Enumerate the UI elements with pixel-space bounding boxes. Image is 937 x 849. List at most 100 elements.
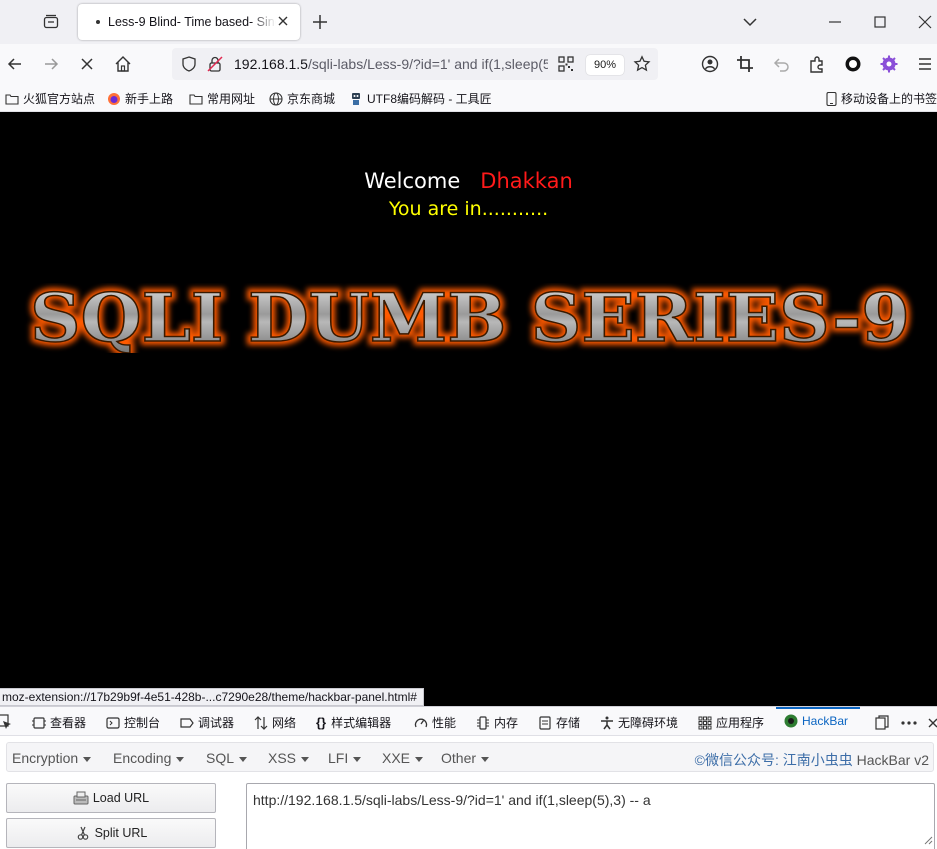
welcome-line: Welcome Dhakkan — [0, 169, 937, 193]
network-arrows-icon — [254, 715, 268, 730]
new-tab-icon[interactable] — [310, 12, 330, 32]
gear-extension-icon[interactable] — [879, 54, 899, 74]
bookmark-firefox-official[interactable]: 火狐官方站点 — [5, 90, 95, 107]
extensions-icon[interactable] — [807, 54, 827, 74]
url-text[interactable]: 192.168.1.5/sqli-labs/Less-9/?id=1' and … — [234, 56, 548, 72]
qr-code-icon[interactable] — [558, 56, 574, 72]
brand-cn: ©微信公众号: 江南小虫虫 — [694, 752, 853, 768]
bookmark-star-icon[interactable] — [633, 55, 651, 73]
tab-label: 性能 — [432, 716, 457, 730]
resize-grip-icon[interactable] — [923, 835, 933, 845]
menu-lfi[interactable]: LFI — [328, 750, 362, 766]
window-close-icon[interactable] — [915, 12, 935, 32]
forward-icon[interactable] — [41, 54, 61, 74]
folder-icon — [5, 93, 19, 105]
bookmark-common-sites[interactable]: 常用网址 — [189, 90, 255, 107]
back-icon[interactable] — [5, 54, 25, 74]
site-icon — [352, 92, 360, 105]
tab-label: 存储 — [556, 716, 581, 730]
tab-application[interactable]: 应用程序 — [698, 714, 764, 731]
tab-debugger[interactable]: 调试器 — [180, 714, 234, 731]
maximize-icon[interactable] — [870, 12, 890, 32]
loading-dot-icon — [96, 20, 100, 24]
braces-icon: {} — [316, 715, 327, 730]
status-url-overlay: moz-extension://17b29b9f-4e51-428b-...c7… — [0, 688, 424, 706]
screenshot-crop-icon[interactable] — [735, 54, 755, 74]
dock-side-icon[interactable] — [874, 715, 890, 731]
chevron-down-icon — [239, 756, 248, 762]
menu-xss[interactable]: XSS — [268, 750, 310, 766]
bookmark-label: 移动设备上的书签 — [841, 92, 937, 106]
chevron-down-icon — [176, 756, 185, 762]
tracking-shield-icon[interactable] — [180, 55, 198, 73]
undo-icon[interactable] — [771, 54, 791, 74]
tab-accessibility[interactable]: 无障碍环境 — [600, 714, 678, 731]
stop-icon[interactable] — [77, 54, 97, 74]
zoom-level-button[interactable]: 90% — [586, 55, 624, 75]
url-host: 192.168.1.5 — [234, 56, 308, 72]
bookmark-label: 京东商城 — [287, 92, 336, 106]
chevron-down-icon — [353, 756, 362, 762]
login-status: You are in........... — [388, 198, 549, 220]
navigation-bar: 192.168.1.5/sqli-labs/Less-9/?id=1' and … — [0, 44, 937, 84]
banner-text: SQLI DUMB SERIES-9 — [30, 283, 910, 353]
menu-label: XSS — [268, 750, 297, 766]
tab-list-icon[interactable] — [36, 8, 66, 36]
menu-sql[interactable]: SQL — [206, 750, 248, 766]
more-options-icon[interactable] — [900, 715, 918, 731]
chevron-down-icon — [301, 756, 310, 762]
minimize-icon[interactable] — [825, 12, 845, 32]
tab-hackbar[interactable]: HackBar — [784, 714, 848, 728]
split-url-button[interactable]: Split URL — [6, 818, 216, 848]
chevron-down-icon — [481, 756, 490, 762]
home-icon[interactable] — [113, 54, 133, 74]
mobile-icon — [826, 91, 837, 106]
bookmark-label: 常用网址 — [207, 92, 256, 106]
bookmark-utf8-tool[interactable]: UTF8编码解码 - 工具匠 — [349, 90, 492, 107]
tab-network[interactable]: 网络 — [254, 714, 296, 731]
account-icon[interactable] — [700, 54, 720, 74]
menu-label: SQL — [206, 750, 235, 766]
console-icon — [106, 716, 120, 729]
tab-label: 无障碍环境 — [618, 716, 679, 730]
element-picker-icon[interactable] — [0, 714, 12, 730]
bookmark-getting-started[interactable]: 新手上路 — [107, 90, 173, 107]
active-tab[interactable]: Less-9 Blind- Time based- Single Quotes — [78, 4, 300, 40]
menu-xxe[interactable]: XXE — [382, 750, 424, 766]
tab-performance[interactable]: 性能 — [414, 714, 456, 731]
tab-label: HackBar — [802, 714, 849, 728]
welcome-text: Welcome — [364, 169, 461, 193]
menu-label: LFI — [328, 750, 349, 766]
globe-icon — [269, 91, 283, 106]
devtools-toolbar: 查看器 控制台 调试器 网络 {} 样式编辑器 性能 内存 存储 无障碍环境 应用… — [0, 706, 937, 736]
tab-inspector[interactable]: 查看器 — [32, 714, 86, 731]
tab-storage[interactable]: 存储 — [538, 714, 580, 731]
hackbar-brand: ©微信公众号: 江南小虫虫 HackBar v2 — [695, 750, 929, 770]
menu-other[interactable]: Other — [441, 750, 490, 766]
chevron-down-icon — [415, 756, 424, 762]
devtools-close-icon[interactable] — [926, 715, 937, 731]
tab-style-editor[interactable]: {} 样式编辑器 — [316, 714, 391, 731]
memory-chip-icon — [477, 715, 489, 730]
bookmark-jd-mall[interactable]: 京东商城 — [269, 90, 335, 107]
tab-close-icon[interactable] — [276, 14, 290, 28]
insecure-lock-icon[interactable] — [206, 55, 224, 73]
tab-console[interactable]: 控制台 — [106, 714, 160, 731]
tab-memory[interactable]: 内存 — [476, 714, 518, 731]
menu-encoding[interactable]: Encoding — [113, 750, 185, 766]
brand-version: HackBar v2 — [856, 752, 929, 768]
menu-encryption[interactable]: Encryption — [12, 750, 92, 766]
hackbar-url-textarea[interactable]: http://192.168.1.5/sqli-labs/Less-9/?id=… — [246, 783, 935, 849]
active-tab-indicator — [776, 707, 860, 709]
list-all-tabs-icon[interactable] — [740, 12, 760, 32]
scissors-icon — [77, 826, 88, 840]
load-url-button[interactable]: Load URL — [6, 783, 216, 813]
url-bar[interactable]: 192.168.1.5/sqli-labs/Less-9/?id=1' and … — [172, 48, 658, 80]
bookmark-mobile[interactable]: 移动设备上的书签 — [826, 90, 937, 107]
url-path: /sqli-labs/Less-9/?id=1' and if(1,sleep(… — [307, 56, 548, 72]
tab-label: 网络 — [272, 716, 297, 730]
menu-icon[interactable] — [915, 54, 935, 74]
circle-extension-icon[interactable] — [843, 54, 863, 74]
sqli-dumb-series-banner: SQLI DUMB SERIES-9 SQLI DUMB SERIES-9 — [26, 283, 914, 353]
bookmark-label: 火狐官方站点 — [23, 92, 96, 106]
